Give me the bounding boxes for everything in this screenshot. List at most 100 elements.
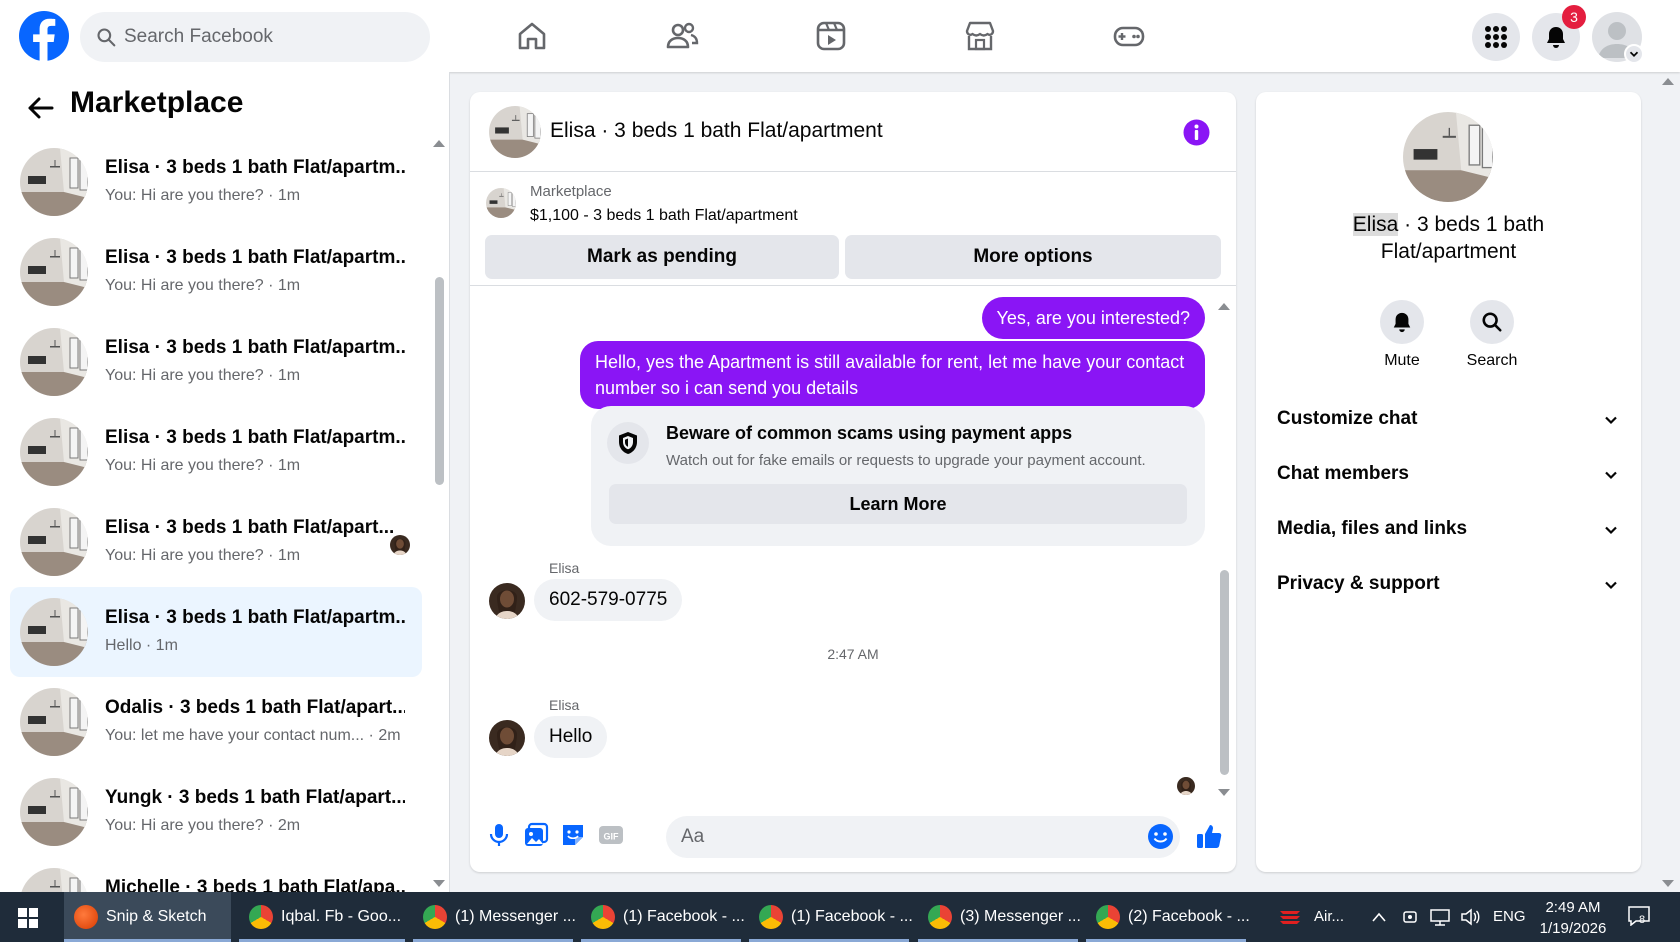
outgoing-message[interactable]: Yes, are you interested? <box>981 297 1205 339</box>
conversation-row[interactable]: Elisa · 3 beds 1 bath Flat/apartm... You:… <box>10 407 422 497</box>
listing-thumbnail <box>20 328 88 396</box>
listing-detail[interactable]: $1,100 - 3 beds 1 bath Flat/apartment <box>530 207 798 225</box>
section-chat-members[interactable]: Chat members <box>1256 451 1641 499</box>
action-center-icon[interactable]: 8 <box>1628 906 1650 927</box>
chevron-down-icon <box>1605 581 1617 590</box>
conversation-row[interactable]: Elisa · 3 beds 1 bath Flat/apartm... You:… <box>10 227 422 317</box>
friends-icon[interactable] <box>665 19 699 53</box>
taskbar-app-2[interactable]: (1) Messenger ... <box>413 892 576 942</box>
conversation-row[interactable]: Elisa · 3 beds 1 bath Flat/apart... You: … <box>10 497 422 587</box>
listing-thumbnail[interactable] <box>489 106 541 158</box>
thumbs-up-icon[interactable] <box>1195 822 1223 850</box>
conversation-row[interactable]: Elisa · 3 beds 1 bath Flat/apartm... You:… <box>10 317 422 407</box>
taskbar-app-1[interactable]: Iqbal. Fb - Goo... <box>239 892 405 942</box>
gaming-icon[interactable] <box>1112 19 1146 53</box>
chevron-down-icon <box>1605 471 1617 480</box>
conversation-row[interactable]: Elisa · 3 beds 1 bath Flat/apartm... Hell… <box>10 587 422 677</box>
listing-large-thumbnail[interactable] <box>1403 112 1493 202</box>
emoji-icon[interactable] <box>1147 823 1174 850</box>
sender-avatar[interactable] <box>489 720 525 756</box>
incoming-message[interactable]: 602-579-0775 <box>534 579 683 621</box>
app-icon <box>591 905 615 929</box>
network-icon[interactable] <box>1430 908 1450 926</box>
section-privacy-support[interactable]: Privacy & support <box>1256 561 1641 609</box>
language-indicator[interactable]: ENG <box>1493 892 1526 942</box>
svg-text:GIF: GIF <box>604 832 620 842</box>
taskbar-app-5[interactable]: (3) Messenger ... <box>918 892 1081 942</box>
taskbar-app-4[interactable]: (1) Facebook - ... <box>749 892 913 942</box>
video-icon[interactable] <box>814 19 848 53</box>
section-customize-chat[interactable]: Customize chat <box>1256 396 1641 444</box>
conversation-row[interactable]: Odalis · 3 beds 1 bath Flat/apart... You:… <box>10 677 422 767</box>
page-scroll-up-arrow-icon[interactable] <box>1662 78 1674 85</box>
chevron-down-icon <box>1605 416 1617 425</box>
chevron-down-icon[interactable] <box>1624 44 1644 64</box>
message-input[interactable] <box>666 816 1180 858</box>
bell-icon <box>1380 300 1424 344</box>
listing-thumbnail <box>20 148 88 216</box>
back-arrow-icon[interactable] <box>26 94 54 122</box>
section-label: Media, files and links <box>1277 518 1468 539</box>
photo-icon[interactable] <box>523 822 549 848</box>
marketplace-icon[interactable] <box>963 19 997 53</box>
scroll-up-arrow-icon[interactable] <box>1218 303 1230 310</box>
conversation-row[interactable]: Yungk · 3 beds 1 bath Flat/apart... You: … <box>10 767 422 857</box>
search-in-chat-button[interactable]: Search <box>1462 300 1522 370</box>
listing-thumbnail <box>20 688 88 756</box>
marketplace-inbox-sidebar: Marketplace Elisa · 3 beds 1 bath Flat/a… <box>0 72 450 892</box>
mark-as-pending-button[interactable]: Mark as pending <box>485 235 839 279</box>
learn-more-button[interactable]: Learn More <box>609 484 1187 524</box>
page-scroll-down-arrow-icon[interactable] <box>1662 880 1674 887</box>
app-icon <box>249 905 273 929</box>
chevron-up-icon[interactable] <box>1372 911 1386 923</box>
chat-scrollbar[interactable] <box>1220 570 1229 775</box>
action-center-count: 8 <box>1639 914 1646 926</box>
app-icon <box>928 905 952 929</box>
taskbar-app-air[interactable]: Air... <box>1278 892 1354 942</box>
taskbar-app-label: Snip & Sketch <box>106 908 207 925</box>
microphone-icon[interactable] <box>486 822 512 848</box>
volume-icon[interactable] <box>1460 908 1480 926</box>
taskbar-app-0[interactable]: Snip & Sketch <box>64 892 231 942</box>
scroll-up-arrow-icon[interactable] <box>433 140 445 147</box>
section-media-files-links[interactable]: Media, files and links <box>1256 506 1641 554</box>
section-label: Chat members <box>1277 463 1409 484</box>
chat-title[interactable]: Elisa · 3 beds 1 bath Flat/apartment <box>550 119 883 143</box>
conversation-list: Elisa · 3 beds 1 bath Flat/apartm... You:… <box>10 137 422 892</box>
info-title-name: Elisa <box>1352 213 1399 236</box>
meet-now-icon[interactable] <box>1401 908 1419 926</box>
sender-name: Elisa <box>549 697 580 713</box>
message-composer: GIF <box>470 800 1236 872</box>
taskbar-app-3[interactable]: (1) Facebook - ... <box>581 892 745 942</box>
taskbar-app-6[interactable]: (2) Facebook - ... <box>1086 892 1250 942</box>
listing-small-thumbnail[interactable] <box>486 188 516 218</box>
taskbar-app-label: (1) Facebook - ... <box>791 908 913 925</box>
message-timestamp: 2:47 AM <box>827 646 879 662</box>
info-icon[interactable] <box>1183 119 1210 146</box>
conversation-row[interactable]: Michelle · 3 beds 1 bath Flat/apa... <box>10 857 422 892</box>
conversation-row[interactable]: Elisa · 3 beds 1 bath Flat/apartm... You:… <box>10 137 422 227</box>
home-icon[interactable] <box>515 19 549 53</box>
sidebar-scrollbar[interactable] <box>435 277 444 485</box>
conversation-name: Elisa · 3 beds 1 bath Flat/apartm... <box>105 427 405 448</box>
scroll-down-arrow-icon[interactable] <box>1218 789 1230 796</box>
incoming-message[interactable]: Hello <box>534 716 608 758</box>
system-clock[interactable]: 2:49 AM 1/19/2026 <box>1538 897 1608 939</box>
sticker-icon[interactable] <box>560 822 586 848</box>
search-input[interactable] <box>124 12 414 62</box>
windows-start-icon[interactable] <box>18 908 38 928</box>
chat-panel: Elisa · 3 beds 1 bath Flat/apartment Mar… <box>470 92 1236 872</box>
conversation-name: Elisa · 3 beds 1 bath Flat/apartm... <box>105 607 405 628</box>
conversation-preview: You: let me have your contact num... · 2… <box>105 727 401 744</box>
search-bar <box>80 12 430 62</box>
gif-icon[interactable]: GIF <box>598 822 624 848</box>
scroll-down-arrow-icon[interactable] <box>433 880 445 887</box>
sender-avatar[interactable] <box>489 583 525 619</box>
mute-button[interactable]: Mute <box>1372 300 1432 370</box>
outgoing-message[interactable]: Hello, yes the Apartment is still availa… <box>580 341 1205 409</box>
more-options-button[interactable]: More options <box>845 235 1221 279</box>
menu-grid-button[interactable] <box>1472 13 1520 61</box>
facebook-logo-icon[interactable] <box>19 11 69 61</box>
taskbar-app-label: (1) Facebook - ... <box>623 908 745 925</box>
conversation-preview: You: Hi are you there? · 1m <box>105 187 301 204</box>
